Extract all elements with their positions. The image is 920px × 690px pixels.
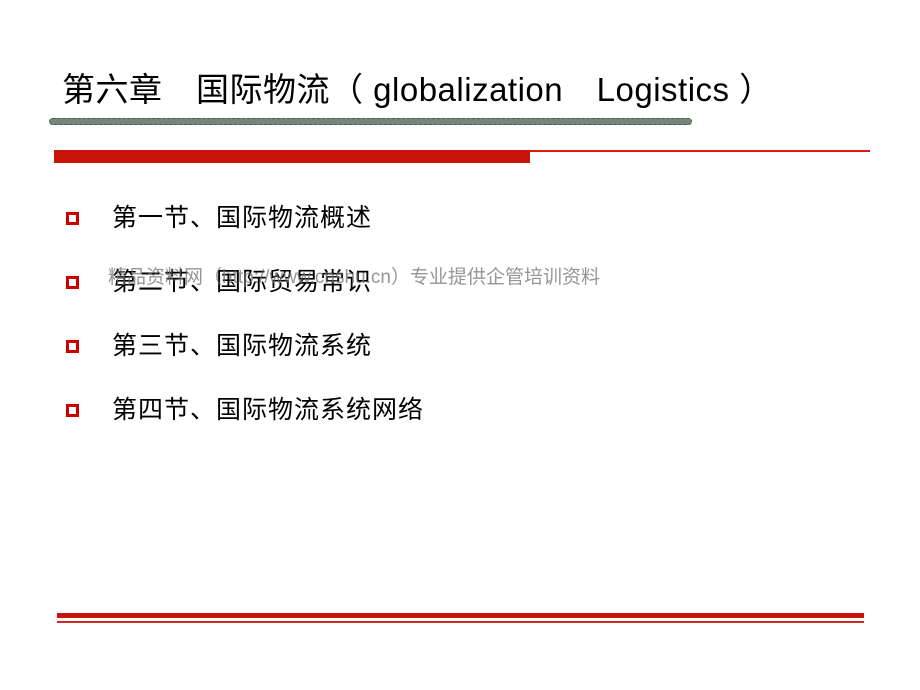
- footer-divider-thin: [57, 621, 864, 623]
- title-decorative-bar: [49, 118, 692, 125]
- list-item[interactable]: 第二节、国际贸易常识: [66, 250, 866, 314]
- page-title: 第六章 国际物流（ globalization Logistics ）: [62, 71, 773, 108]
- list-item[interactable]: 第三节、国际物流系统: [66, 314, 866, 378]
- list-item[interactable]: 第四节、国际物流系统网络: [66, 378, 866, 442]
- footer-divider-thick: [57, 613, 864, 618]
- list-item-label: 第二节、国际贸易常识: [112, 268, 373, 296]
- square-bullet-icon: [66, 339, 79, 353]
- header-divider-thick: [54, 150, 530, 163]
- square-bullet-icon: [66, 275, 79, 289]
- list-item-label: 第四节、国际物流系统网络: [112, 396, 425, 424]
- section-list: 第一节、国际物流概述 第二节、国际贸易常识 第三节、国际物流系统 第四节、国际物…: [66, 186, 866, 442]
- list-item-label: 第一节、国际物流概述: [112, 204, 373, 232]
- square-bullet-icon: [66, 403, 79, 417]
- list-item[interactable]: 第一节、国际物流概述: [66, 186, 866, 250]
- presentation-slide: 第六章 国际物流（ globalization Logistics ） 第一节、…: [0, 0, 920, 690]
- square-bullet-icon: [66, 211, 79, 225]
- list-item-label: 第三节、国际物流系统: [112, 332, 373, 360]
